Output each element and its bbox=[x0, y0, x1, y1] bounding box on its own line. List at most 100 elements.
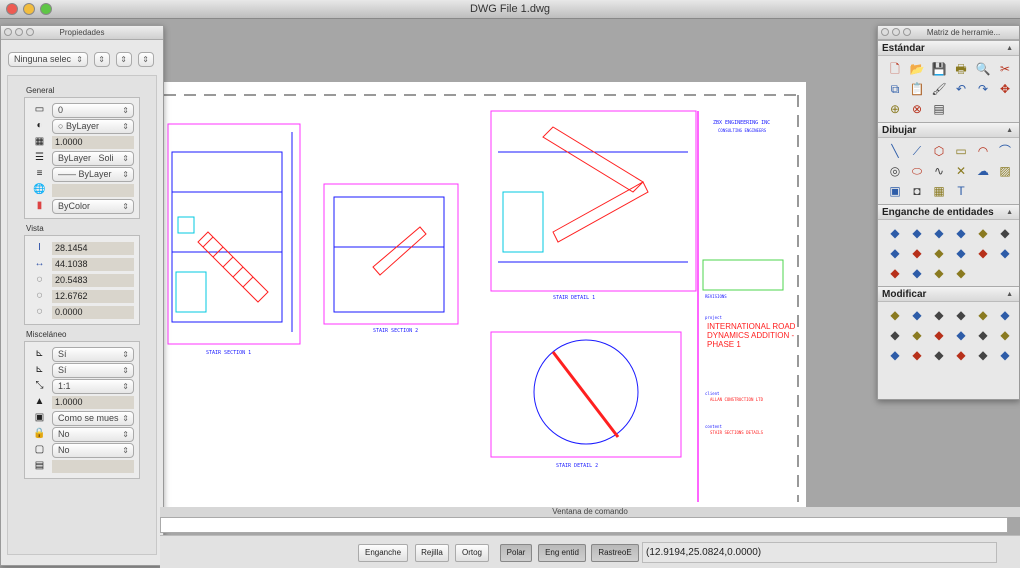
extension-icon[interactable]: ◆ bbox=[974, 224, 992, 242]
fillet-icon[interactable]: ◆ bbox=[930, 346, 948, 364]
zoom-window-icon[interactable]: ⊗ bbox=[908, 100, 926, 118]
tangent-icon[interactable]: ◆ bbox=[908, 244, 926, 262]
parallel-icon[interactable]: ◆ bbox=[952, 244, 970, 262]
explode-icon[interactable]: ◆ bbox=[952, 346, 970, 364]
endpoint-icon[interactable]: ◆ bbox=[886, 224, 904, 242]
node-icon[interactable]: ◆ bbox=[996, 244, 1014, 262]
color-select[interactable]: ○ ByLayer bbox=[52, 118, 134, 134]
section-header-1[interactable]: Dibujar bbox=[878, 122, 1019, 139]
rectangle-icon[interactable]: ▭ bbox=[952, 142, 970, 160]
cut-icon[interactable]: ✂ bbox=[996, 60, 1014, 78]
ucs-name-field[interactable] bbox=[52, 459, 134, 473]
section-header-3[interactable]: Modificar bbox=[878, 286, 1019, 303]
redo-icon[interactable]: ↷ bbox=[974, 80, 992, 98]
scale-select[interactable]: 1:1 bbox=[52, 378, 134, 394]
array-icon[interactable]: ◆ bbox=[974, 306, 992, 324]
undo-icon[interactable]: ↶ bbox=[952, 80, 970, 98]
chamfer-icon[interactable]: ◆ bbox=[908, 346, 926, 364]
pan-icon[interactable]: ✥ bbox=[996, 80, 1014, 98]
midpoint-icon[interactable]: ◆ bbox=[908, 224, 926, 242]
preview-icon[interactable]: 🔍 bbox=[974, 60, 992, 78]
stretch-icon[interactable]: ◆ bbox=[930, 326, 948, 344]
edit-icon[interactable]: ◆ bbox=[996, 346, 1014, 364]
intersection-icon[interactable]: ◆ bbox=[930, 224, 948, 242]
center-x-field[interactable]: 20.5483 bbox=[52, 273, 134, 287]
ellipse-icon[interactable]: ⬭ bbox=[908, 162, 926, 180]
arc-icon[interactable]: ◠ bbox=[974, 142, 992, 160]
status-toggle-rastreoe[interactable]: RastreoE bbox=[591, 544, 639, 562]
revcloud-icon[interactable]: ☁ bbox=[974, 162, 992, 180]
ucs-per-viewport-select[interactable]: No bbox=[52, 442, 134, 458]
linetype-scale-field[interactable]: 1.0000 bbox=[52, 135, 134, 149]
lineweight-select[interactable]: —— ByLayer bbox=[52, 166, 134, 182]
mirror-icon[interactable]: ◆ bbox=[930, 306, 948, 324]
offset-icon[interactable]: ◆ bbox=[952, 306, 970, 324]
break-icon[interactable]: ◆ bbox=[996, 326, 1014, 344]
select-objects-button[interactable] bbox=[116, 52, 132, 67]
selection-select[interactable]: Ninguna selec bbox=[8, 52, 88, 67]
section-header-0[interactable]: Estándar bbox=[878, 40, 1019, 57]
minimize-button[interactable] bbox=[23, 3, 35, 15]
status-toggle-polar[interactable]: Polar bbox=[500, 544, 532, 562]
text-icon[interactable]: T bbox=[952, 182, 970, 200]
tool-palette-titlebar[interactable]: Matriz de herramie... bbox=[878, 26, 1019, 40]
lock-select[interactable]: No bbox=[52, 426, 134, 442]
hatch-icon[interactable]: ▨ bbox=[996, 162, 1014, 180]
zoom-realtime-icon[interactable]: ⊕ bbox=[886, 100, 904, 118]
print-icon[interactable]: 🖶 bbox=[952, 60, 970, 78]
annotation-scale-field[interactable]: 1.0000 bbox=[52, 395, 134, 409]
layer-select[interactable]: 0 bbox=[52, 102, 134, 118]
properties-titlebar[interactable]: Propiedades bbox=[1, 26, 163, 40]
hyperlink-field[interactable] bbox=[52, 183, 134, 197]
drawing-canvas[interactable]: STAIR SECTION 1 STAIR SECTION 2 STAIR DE… bbox=[158, 82, 806, 507]
toggle-pickadd-button[interactable] bbox=[138, 52, 154, 67]
status-toggle-enganche[interactable]: Enganche bbox=[358, 544, 408, 562]
center-y-field[interactable]: 12.6762 bbox=[52, 289, 134, 303]
circle-icon[interactable]: ◎ bbox=[886, 162, 904, 180]
move-icon[interactable]: ◆ bbox=[996, 306, 1014, 324]
snap-from-icon[interactable]: ◆ bbox=[952, 264, 970, 282]
status-toggle-rejilla[interactable]: Rejilla bbox=[415, 544, 449, 562]
quadrant-icon[interactable]: ◆ bbox=[886, 244, 904, 262]
plotstyle-select[interactable]: ByColor bbox=[52, 198, 134, 214]
polyline-icon[interactable]: ⟋ bbox=[908, 142, 926, 160]
command-input[interactable] bbox=[160, 517, 1008, 533]
status-toggle-eng-entid[interactable]: Eng entid bbox=[538, 544, 586, 562]
spline-icon[interactable]: ∿ bbox=[930, 162, 948, 180]
join-icon[interactable]: ◆ bbox=[886, 346, 904, 364]
display-select[interactable]: Como se mues bbox=[52, 410, 134, 426]
perpendicular-icon[interactable]: ◆ bbox=[930, 244, 948, 262]
none-icon[interactable]: ◆ bbox=[908, 264, 926, 282]
erase-icon[interactable]: ◆ bbox=[886, 306, 904, 324]
ucs-on-select[interactable]: Sí bbox=[52, 346, 134, 362]
nearest-icon[interactable]: ◆ bbox=[886, 264, 904, 282]
close-button[interactable] bbox=[6, 3, 18, 15]
insert-snap-icon[interactable]: ◆ bbox=[974, 244, 992, 262]
rotate-icon[interactable]: ◆ bbox=[886, 326, 904, 344]
new-icon[interactable]: 🗋 bbox=[886, 60, 904, 78]
trim-icon[interactable]: ◆ bbox=[952, 326, 970, 344]
properties-icon[interactable]: ◆ bbox=[974, 346, 992, 364]
save-icon[interactable]: 💾 bbox=[930, 60, 948, 78]
copy-icon[interactable]: ⧉ bbox=[886, 80, 904, 98]
quick-select-button[interactable] bbox=[94, 52, 110, 67]
polygon-icon[interactable]: ⬡ bbox=[930, 142, 948, 160]
zoom-button[interactable] bbox=[40, 3, 52, 15]
copy-obj-icon[interactable]: ◆ bbox=[908, 306, 926, 324]
apparent-int-icon[interactable]: ◆ bbox=[952, 224, 970, 242]
status-toggle-ortog[interactable]: Ortog bbox=[455, 544, 489, 562]
ucs-origin-select[interactable]: Sí bbox=[52, 362, 134, 378]
paste-icon[interactable]: 📋 bbox=[908, 80, 926, 98]
arc3-icon[interactable]: ⌒ bbox=[996, 142, 1014, 160]
scale-icon[interactable]: ◆ bbox=[908, 326, 926, 344]
open-icon[interactable]: 📂 bbox=[908, 60, 926, 78]
linetype-select[interactable]: ByLayer Soli bbox=[52, 150, 134, 166]
region-icon[interactable]: ◘ bbox=[908, 182, 926, 200]
extend-icon[interactable]: ◆ bbox=[974, 326, 992, 344]
table-icon[interactable]: ▦ bbox=[930, 182, 948, 200]
section-header-2[interactable]: Enganche de entidades bbox=[878, 204, 1019, 221]
center-z-field[interactable]: 0.0000 bbox=[52, 305, 134, 319]
line-icon[interactable]: ╲ bbox=[886, 142, 904, 160]
drawing-sheet[interactable]: STAIR SECTION 1 STAIR SECTION 2 STAIR DE… bbox=[158, 82, 806, 507]
view-height-field[interactable]: 28.1454 bbox=[52, 241, 134, 255]
